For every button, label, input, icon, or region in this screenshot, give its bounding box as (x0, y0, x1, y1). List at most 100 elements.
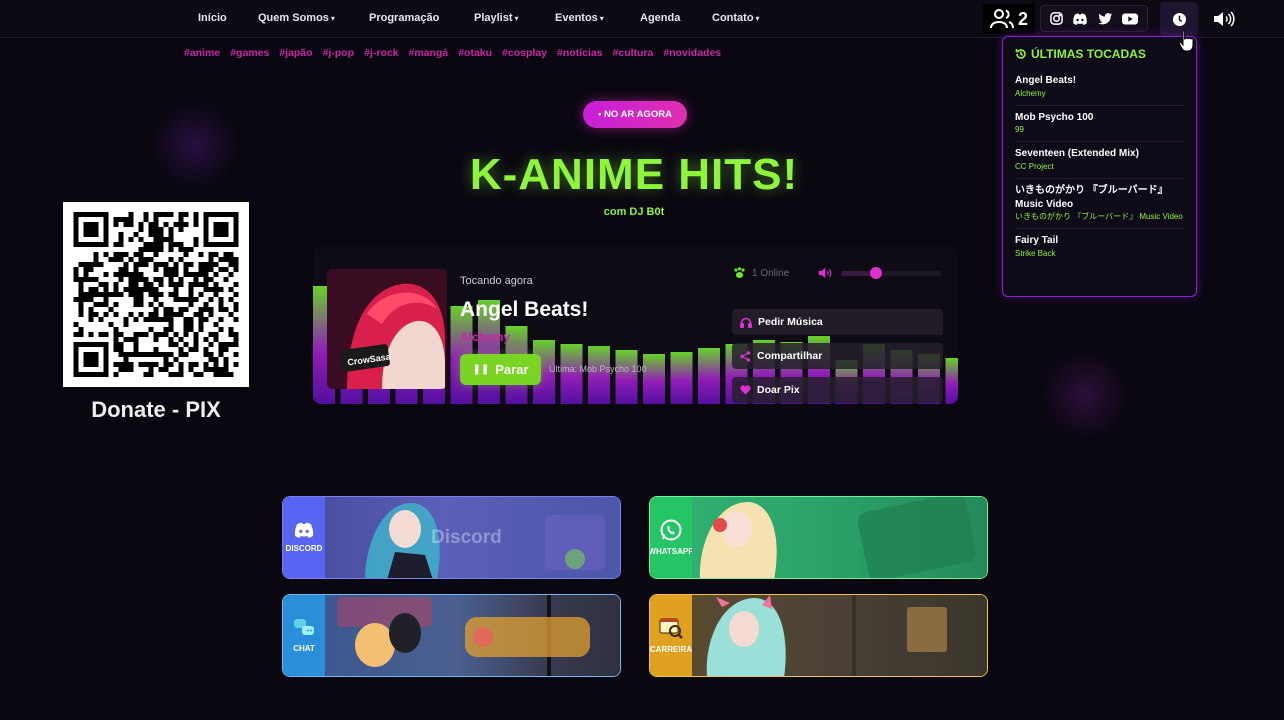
pix-qr-code (63, 202, 249, 387)
online-label: 1 Online (752, 267, 790, 279)
chat-card-artwork (325, 595, 620, 676)
nav-item-inicio[interactable]: Início (198, 12, 227, 24)
instagram-icon[interactable] (1049, 12, 1063, 25)
listeners-badge: 2 (983, 4, 1035, 34)
chevron-down-icon: ▾ (755, 14, 760, 23)
recent-song-title: Mob Psycho 100 (1015, 111, 1094, 123)
discord-card-artwork: Discord (325, 497, 620, 578)
recently-played-title-text: ÚLTIMAS TOCADAS (1031, 47, 1146, 61)
last-played: Última: Mob Psycho 100 (549, 364, 647, 374)
nav-item-programacao[interactable]: Programação (369, 12, 439, 24)
tag-link[interactable]: #cosplay (502, 47, 547, 59)
whatsapp-icon (660, 519, 682, 541)
tag-link[interactable]: #mangá (409, 47, 449, 59)
donate-pix-button[interactable]: Doar Pix (732, 377, 943, 403)
nav-item-eventos[interactable]: Eventos ▾ (555, 12, 604, 24)
online-count: 1 Online (733, 267, 789, 279)
donate-label: Donate - PIX (91, 397, 221, 422)
discord-icon[interactable] (1072, 13, 1088, 25)
tag-list: #anime #games #japão #j-pop #j-rock #man… (184, 47, 721, 59)
recent-song-title: Fairy Tail (1015, 235, 1059, 247)
career-card[interactable]: CARREIRA (649, 594, 988, 677)
recently-played-item[interactable]: Seventeen (Extended Mix) CC Project (1015, 142, 1184, 180)
twitter-icon[interactable] (1098, 12, 1113, 25)
recently-played-item[interactable]: いきものがかり 『ブルーバード』 Music Video いきものがかり 『ブル… (1015, 179, 1184, 230)
request-song-button[interactable]: Pedir Música (732, 309, 943, 335)
youtube-icon[interactable] (1122, 13, 1139, 25)
volume-icon[interactable] (818, 266, 834, 280)
discord-card-label: DISCORD (285, 544, 323, 553)
chat-icon (294, 619, 314, 635)
headphones-icon (740, 317, 752, 328)
recent-song-artist: いきものがかり 『ブルーバード』 Music Video (1015, 212, 1183, 222)
job-search-icon (659, 618, 683, 639)
request-song-label: Pedir Música (758, 316, 823, 328)
nav-item-playlist[interactable]: Playlist ▾ (474, 12, 519, 24)
tag-link[interactable]: #cultura (613, 47, 654, 59)
equalizer-bar (588, 346, 610, 404)
recent-song-title: Seventeen (Extended Mix) (1015, 148, 1139, 160)
discord-card-side: DISCORD (283, 497, 325, 578)
tag-link[interactable]: #j-rock (364, 47, 398, 59)
nav-item-quem-somos[interactable]: Quem Somos ▾ (258, 12, 335, 24)
chevron-down-icon: ▾ (599, 14, 604, 23)
volume-button[interactable] (1212, 8, 1236, 30)
equalizer-bar (615, 350, 638, 404)
clock-icon (1172, 12, 1186, 26)
whatsapp-card[interactable]: WHATSAPP (649, 496, 988, 579)
whatsapp-card-label: WHATSAPP (649, 547, 694, 556)
listeners-count: 2 (1017, 8, 1028, 29)
tag-link[interactable]: #novidades (663, 47, 721, 59)
discord-icon (294, 522, 314, 538)
recent-song-artist: 99 (1015, 125, 1024, 135)
heart-icon (740, 385, 751, 395)
volume-icon (1214, 11, 1235, 27)
tag-link[interactable]: #notícias (557, 47, 603, 59)
tag-link[interactable]: #anime (184, 47, 220, 59)
radio-player: CrowSasa Tocando agora Angel Beats! Alch… (313, 246, 958, 404)
tag-link[interactable]: #japão (279, 47, 312, 59)
equalizer-bar (643, 354, 665, 404)
top-navigation: Início Quem Somos ▾ Programação Playlist ▾… (0, 0, 1284, 38)
donate-pix-label: Doar Pix (757, 384, 800, 396)
stop-button-label: Parar (495, 362, 529, 377)
nav-item-agenda[interactable]: Agenda (640, 12, 680, 24)
discord-card-word: Discord (431, 527, 502, 548)
volume-slider-handle[interactable] (870, 267, 882, 279)
tag-link[interactable]: #otaku (458, 47, 492, 59)
tag-link[interactable]: #j-pop (323, 47, 355, 59)
chevron-down-icon: ▾ (330, 14, 335, 23)
share-icon (740, 350, 751, 362)
nav-item-contato[interactable]: Contato ▾ (712, 12, 760, 24)
recent-song-artist: Alchemy (1015, 88, 1046, 98)
paw-icon (734, 267, 745, 278)
users-icon (989, 9, 1014, 29)
recent-song-title: Angel Beats! (1015, 75, 1077, 86)
equalizer-bar (945, 358, 958, 404)
nav-item-label: Playlist (474, 12, 513, 24)
chat-card[interactable]: CHAT (282, 594, 621, 677)
tag-link[interactable]: #games (230, 47, 269, 59)
recently-played-title: ÚLTIMAS TOCADAS (1015, 47, 1184, 61)
share-button[interactable]: Compartilhar (732, 343, 943, 369)
volume-slider[interactable] (841, 267, 941, 279)
stop-button[interactable]: ❚❚ Parar (460, 354, 541, 385)
recently-played-item[interactable]: Fairy Tail Strike Back (1015, 229, 1184, 265)
chevron-down-icon: ▾ (514, 14, 519, 23)
whatsapp-card-artwork (692, 497, 987, 578)
equalizer-bar (670, 352, 693, 404)
mouse-cursor-icon (1178, 30, 1194, 52)
recent-song-artist: CC Project (1015, 161, 1054, 171)
discord-card[interactable]: DISCORD Discord (282, 496, 621, 579)
recently-played-item[interactable]: Angel Beats! Alchemy (1015, 69, 1184, 106)
career-card-side: CARREIRA (650, 595, 692, 676)
whatsapp-card-side: WHATSAPP (649, 497, 694, 578)
social-links (1040, 5, 1148, 32)
recently-played-item[interactable]: Mob Psycho 100 99 (1015, 106, 1184, 143)
nav-item-label: Eventos (555, 12, 598, 24)
album-cover: CrowSasa (327, 269, 447, 389)
track-title: Angel Beats! (460, 298, 589, 321)
career-card-label: CARREIRA (649, 645, 693, 654)
pause-icon: ❚❚ (472, 364, 490, 375)
live-badge: • NO AR AGORA (583, 101, 687, 128)
